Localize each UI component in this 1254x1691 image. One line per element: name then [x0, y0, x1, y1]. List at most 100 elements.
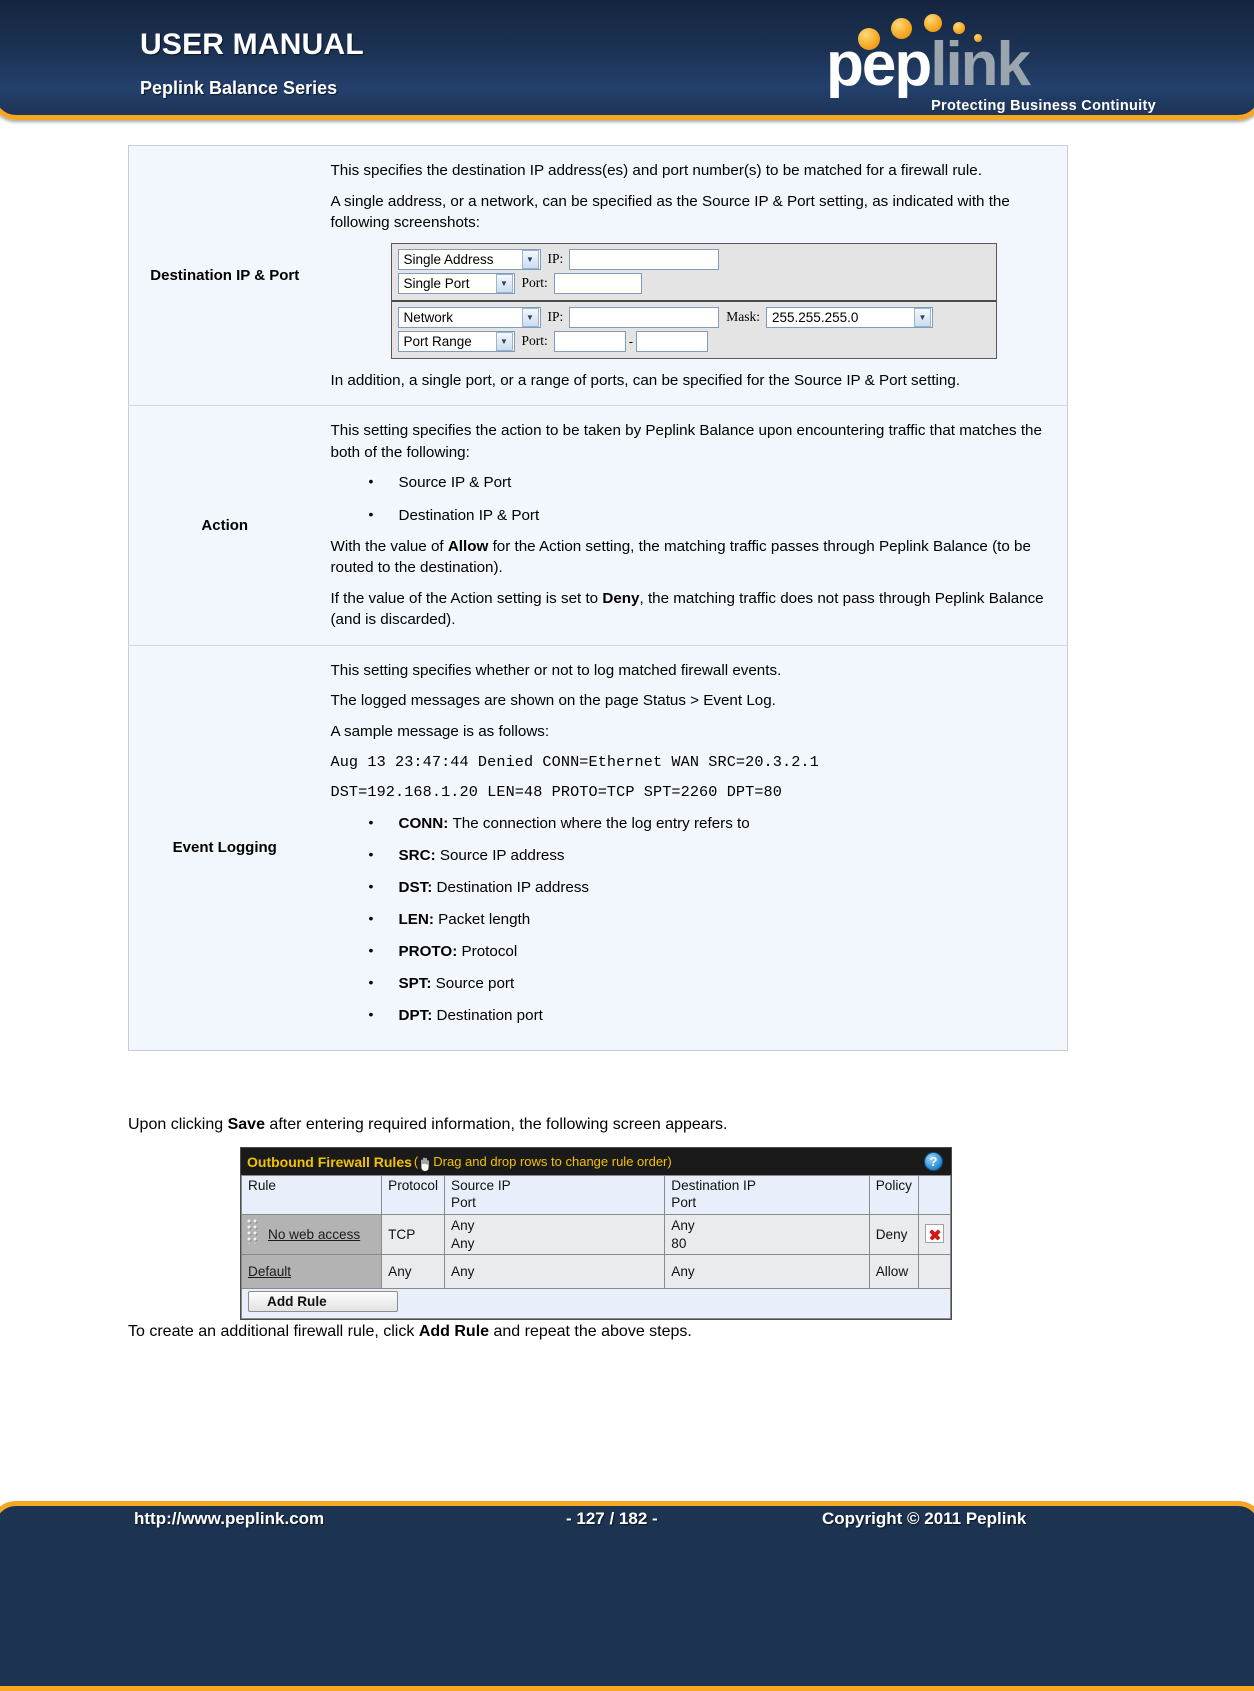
log-field-key: DST:	[398, 878, 433, 896]
list-item: PROTO: Protocol	[369, 940, 1058, 963]
panel-hint-text: Drag and drop rows to change rule order)	[433, 1154, 672, 1169]
list-item: SRC: Source IP address	[369, 844, 1058, 867]
chevron-down-icon[interactable]: ▼	[495, 273, 513, 293]
list-item: DPT: Destination port	[369, 1004, 1058, 1027]
network-type-select[interactable]: Network ▼	[397, 306, 541, 328]
log-sample-line-1: Aug 13 23:47:44 Denied CONN=Ethernet WAN…	[330, 752, 819, 771]
mask-label: Mask:	[726, 309, 761, 325]
logo-word-link: link	[930, 30, 1031, 99]
log-field-desc: Source port	[435, 974, 515, 992]
row-label-destination: Destination IP & Port	[128, 145, 321, 407]
address-type-value: Single Address	[403, 251, 494, 267]
table-row[interactable]: No web access TCP Any Any Any 80 Deny	[240, 1213, 952, 1256]
drag-handle-icon[interactable]	[246, 1217, 259, 1244]
row-desc-action: This setting specifies the action to be …	[320, 405, 1068, 646]
peplink-logo: peplink Protecting Business Continuity	[826, 10, 1156, 118]
page-header: USER MANUAL Peplink Balance Series pepli…	[0, 0, 1254, 128]
table-row: Action This setting specifies the action…	[128, 405, 1068, 646]
default-source: Any	[443, 1254, 666, 1290]
port-range-separator: -	[628, 333, 634, 349]
table-row[interactable]: Default Any Any Any Allow	[240, 1254, 952, 1290]
port-range-type-select[interactable]: Port Range ▼	[397, 330, 515, 352]
port-label: Port:	[521, 275, 548, 291]
table-header-row: Rule Protocol Source IP Port Destination…	[240, 1175, 952, 1215]
logo-tagline: Protecting Business Continuity	[931, 98, 1156, 114]
port-range-to-input[interactable]	[636, 330, 709, 352]
addrule-text-before: To create an additional firewall rule, c…	[128, 1323, 419, 1340]
single-address-group: Single Address ▼ IP: Single Port ▼ Port:	[392, 244, 996, 300]
desc-paragraph: The logged messages are shown on the pag…	[330, 692, 776, 710]
rule-name-cell[interactable]: No web access	[240, 1213, 383, 1256]
save-instruction-paragraph: Upon clicking Save after entering requir…	[128, 1113, 727, 1137]
port-input[interactable]	[553, 272, 642, 294]
action-intro: This setting specifies the action to be …	[330, 422, 1042, 461]
footer-page-number: - 127 / 182 -	[566, 1509, 658, 1528]
hand-cursor-icon	[418, 1156, 431, 1172]
add-rule-row: Add Rule	[241, 1288, 951, 1320]
default-rule-cell[interactable]: Default	[240, 1254, 383, 1290]
rule-source-ip: Any	[451, 1217, 475, 1233]
add-rule-instruction-paragraph: To create an additional firewall rule, c…	[128, 1320, 692, 1344]
chevron-down-icon[interactable]: ▼	[521, 307, 539, 327]
list-item: CONN: The connection where the log entry…	[369, 812, 1058, 835]
addrule-text-after: and repeat the above steps.	[489, 1323, 692, 1340]
save-text-before: Upon clicking	[128, 1116, 228, 1133]
rule-destination-ip: Any	[671, 1217, 695, 1233]
footer-copyright: Copyright © 2011 Peplink	[822, 1509, 1027, 1528]
network-type-value: Network	[403, 309, 454, 325]
default-rule-link[interactable]: Default	[248, 1264, 291, 1279]
log-field-key: CONN:	[398, 814, 449, 832]
help-icon[interactable]: ?	[924, 1152, 943, 1171]
list-item: LEN: Packet length	[369, 908, 1058, 931]
parameter-description-table: Destination IP & Port This specifies the…	[128, 145, 1068, 1051]
log-field-key: SPT:	[398, 974, 432, 992]
port-range-row: Port Range ▼ Port: -	[397, 330, 990, 352]
column-header-rule: Rule	[240, 1175, 383, 1215]
default-protocol: Any	[381, 1254, 445, 1290]
table-row: Event Logging This setting specifies whe…	[128, 644, 1068, 1051]
ip-input[interactable]	[569, 248, 720, 270]
port-type-value: Single Port	[403, 275, 470, 291]
deny-keyword: Deny	[602, 589, 640, 607]
address-type-select[interactable]: Single Address ▼	[397, 248, 541, 270]
desc-paragraph: This setting specifies whether or not to…	[330, 661, 782, 679]
port-range-from-input[interactable]	[553, 330, 626, 352]
outbound-firewall-rules-panel: Outbound Firewall Rules ( Drag and drop …	[240, 1147, 952, 1321]
log-field-key: LEN:	[398, 910, 434, 928]
port-type-select[interactable]: Single Port ▼	[397, 272, 515, 294]
rule-link[interactable]: No web access	[268, 1227, 360, 1242]
row-desc-event-logging: This setting specifies whether or not to…	[320, 644, 1068, 1051]
page-footer: http://www.peplink.com - 127 / 182 - Cop…	[0, 1461, 1254, 1691]
log-field-desc: Destination port	[436, 1006, 543, 1024]
rule-policy: Deny	[868, 1213, 919, 1256]
manual-subtitle: Peplink Balance Series	[140, 78, 338, 98]
column-header-source: Source IP Port	[443, 1175, 666, 1215]
network-ip-label: IP:	[547, 309, 564, 325]
list-item: Destination IP & Port	[369, 503, 1058, 527]
column-header-destination: Destination IP Port	[664, 1175, 870, 1215]
delete-icon[interactable]	[924, 1223, 944, 1243]
allow-keyword: Allow	[447, 537, 489, 555]
chevron-down-icon[interactable]: ▼	[914, 307, 932, 327]
action-deny-paragraph: If the value of the Action setting is se…	[331, 588, 1058, 631]
single-port-row: Single Port ▼ Port:	[397, 272, 990, 294]
default-policy: Allow	[868, 1254, 919, 1290]
row-desc-destination: This specifies the destination IP addres…	[320, 145, 1068, 407]
desc-paragraph: This specifies the destination IP addres…	[330, 162, 982, 179]
add-rule-button[interactable]: Add Rule	[248, 1291, 398, 1313]
chevron-down-icon[interactable]: ▼	[495, 331, 513, 351]
network-ip-input[interactable]	[569, 306, 720, 328]
column-header-source-port: Port	[451, 1194, 476, 1210]
desc-paragraph: A single address, or a network, can be s…	[330, 192, 1010, 232]
footer-url[interactable]: http://www.peplink.com	[134, 1509, 324, 1529]
default-actions-cell	[917, 1254, 952, 1290]
ip-label: IP:	[547, 251, 564, 267]
action-bullet-list: Source IP & Port Destination IP & Port	[331, 471, 1058, 527]
log-field-desc: Source IP address	[439, 846, 565, 864]
chevron-down-icon[interactable]: ▼	[521, 249, 539, 269]
port-range-type-value: Port Range	[403, 333, 472, 349]
rule-destination: Any 80	[664, 1213, 870, 1256]
rule-source: Any Any	[443, 1213, 666, 1256]
mask-select[interactable]: 255.255.255.0 ▼	[766, 306, 934, 328]
rule-delete-cell[interactable]	[917, 1213, 952, 1256]
